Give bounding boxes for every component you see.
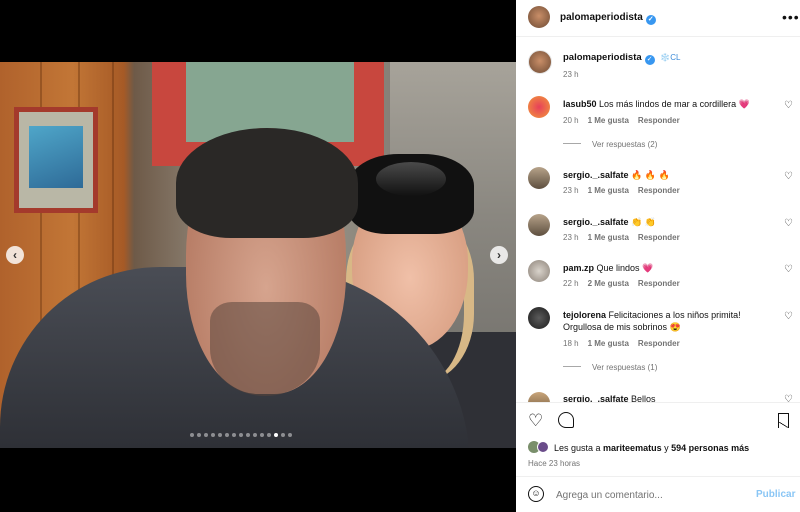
post-media: ‹ › <box>0 0 516 512</box>
comments-list: palomaperiodista ✓ ❄️CL 23 h lasub50 Los … <box>516 38 800 402</box>
carousel-dot <box>239 433 243 437</box>
comment-emoji: 👏 👏 <box>631 217 656 227</box>
comment-text: Bellos <box>631 394 656 402</box>
comment-time[interactable]: 23 h <box>563 233 579 242</box>
caption-time: 23 h <box>563 70 579 79</box>
comment-username[interactable]: tejolorena <box>563 310 606 320</box>
comment-emoji: 💗 <box>642 263 654 273</box>
carousel-dot <box>197 433 201 437</box>
author-username[interactable]: palomaperiodista ✓ <box>560 12 656 25</box>
caption-badges: ❄️CL <box>660 53 681 62</box>
post-actions: ♡ Les gusta a mariteematus y 594 persona… <box>516 402 800 476</box>
comment-time[interactable]: 18 h <box>563 339 579 348</box>
comment-emoji: 😍 <box>669 322 681 332</box>
comment-likes[interactable]: 1 Me gusta <box>588 186 629 195</box>
goggle-lens <box>376 162 446 196</box>
caption-avatar[interactable] <box>528 50 552 74</box>
like-comment-icon[interactable]: ♡ <box>784 264 793 275</box>
carousel-next-button[interactable]: › <box>490 246 508 264</box>
author-avatar[interactable] <box>528 6 550 28</box>
more-options-icon[interactable]: ••• <box>782 9 800 25</box>
comment-username[interactable]: lasub50 <box>563 99 597 109</box>
comment-text: Que lindos <box>596 263 643 273</box>
carousel-prev-button[interactable]: ‹ <box>6 246 24 264</box>
reply-button[interactable]: Responder <box>638 233 680 242</box>
comment-text: Los más lindos de mar a cordillera <box>599 99 739 109</box>
carousel-dot <box>267 433 271 437</box>
carousel-dot <box>190 433 194 437</box>
carousel-dot <box>274 433 278 437</box>
man-beard <box>210 302 320 396</box>
man-hair <box>176 128 358 238</box>
carousel-dot <box>260 433 264 437</box>
carousel-dot <box>204 433 208 437</box>
bookmark-icon[interactable] <box>778 413 789 428</box>
like-comment-icon[interactable]: ♡ <box>784 218 793 229</box>
reply-button[interactable]: Responder <box>638 339 680 348</box>
comment-icon[interactable] <box>558 412 574 428</box>
comment-username[interactable]: sergio._.salfate <box>563 394 629 402</box>
comment-input[interactable] <box>556 486 746 504</box>
carousel-dot <box>225 433 229 437</box>
liker-username[interactable]: mariteematus <box>603 443 662 453</box>
comment-username[interactable]: sergio._.salfate <box>563 217 629 227</box>
verified-icon: ✓ <box>645 15 656 25</box>
reply-button[interactable]: Responder <box>638 186 680 195</box>
reply-button[interactable]: Responder <box>638 279 680 288</box>
comment-likes[interactable]: 2 Me gusta <box>588 279 629 288</box>
comment-likes[interactable]: 1 Me gusta <box>588 339 629 348</box>
like-comment-icon[interactable]: ♡ <box>784 100 793 111</box>
emoji-icon[interactable]: ☺ <box>528 486 544 502</box>
comment-time[interactable]: 23 h <box>563 186 579 195</box>
commenter-avatar[interactable] <box>528 307 550 329</box>
like-comment-icon[interactable]: ♡ <box>784 394 793 402</box>
carousel-dot <box>281 433 285 437</box>
heart-icon[interactable]: ♡ <box>528 412 543 430</box>
publish-button[interactable]: Publicar <box>756 489 795 500</box>
view-replies-button[interactable]: Ver respuestas (2) <box>563 140 657 149</box>
commenter-avatar[interactable] <box>528 96 550 118</box>
comment-emoji: 🔥 🔥 🔥 <box>631 170 670 180</box>
comment-username[interactable]: pam.zp <box>563 263 594 273</box>
comment-composer: ☺ Publicar <box>516 476 800 512</box>
reply-button[interactable]: Responder <box>638 116 680 125</box>
comment-time[interactable]: 20 h <box>563 116 579 125</box>
post-panel: palomaperiodista ✓ ••• palomaperiodista ✓ … <box>516 0 800 512</box>
like-comment-icon[interactable]: ♡ <box>784 311 793 322</box>
chevron-right-icon: › <box>497 248 501 262</box>
post-header: palomaperiodista ✓ ••• <box>516 0 800 37</box>
verified-icon: ✓ <box>644 55 655 65</box>
like-comment-icon[interactable]: ♡ <box>784 171 793 182</box>
carousel-dot <box>288 433 292 437</box>
commenter-avatar[interactable] <box>528 392 550 402</box>
wall-picture <box>14 107 98 213</box>
comment-username[interactable]: sergio._.salfate <box>563 170 629 180</box>
carousel-dot <box>211 433 215 437</box>
comment-likes[interactable]: 1 Me gusta <box>588 116 629 125</box>
chevron-left-icon: ‹ <box>13 248 17 262</box>
comment-emoji: 💗 <box>738 99 750 109</box>
post-photo[interactable] <box>0 62 516 448</box>
carousel-dot <box>246 433 250 437</box>
likes-summary[interactable]: Les gusta a mariteematus y 594 personas … <box>554 443 749 453</box>
comment-time[interactable]: 22 h <box>563 279 579 288</box>
likes-others[interactable]: 594 personas más <box>671 443 749 453</box>
liker-avatar <box>537 441 549 453</box>
carousel-indicator <box>190 433 292 439</box>
commenter-avatar[interactable] <box>528 167 550 189</box>
carousel-dot <box>232 433 236 437</box>
carousel-dot <box>218 433 222 437</box>
commenter-avatar[interactable] <box>528 214 550 236</box>
post-time[interactable]: Hace 23 horas <box>528 459 580 468</box>
commenter-avatar[interactable] <box>528 260 550 282</box>
caption-username[interactable]: palomaperiodista <box>563 52 642 63</box>
comment-likes[interactable]: 1 Me gusta <box>588 233 629 242</box>
carousel-dot <box>253 433 257 437</box>
view-replies-button[interactable]: Ver respuestas (1) <box>563 363 657 372</box>
